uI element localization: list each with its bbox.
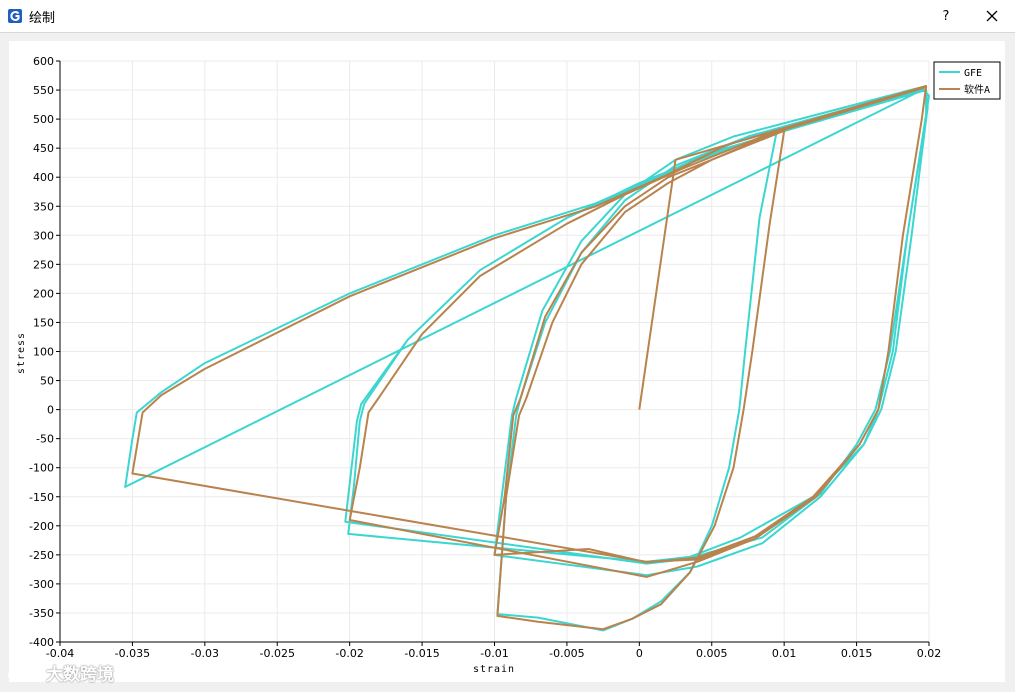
y-tick-label: -100 [29, 462, 54, 475]
close-button[interactable] [978, 4, 1006, 28]
y-tick-label: 200 [33, 287, 54, 300]
y-tick-label: -300 [29, 578, 54, 591]
y-tick-label: -350 [29, 607, 54, 620]
watermark-text: 大数跨境 [46, 665, 114, 685]
y-tick-label: 150 [33, 316, 54, 329]
x-tick-label: -0.035 [115, 647, 150, 660]
gfe-logo-icon [8, 9, 22, 23]
series-layer [124, 85, 930, 632]
paw-logo-icon [8, 664, 37, 681]
x-tick-label: 0.01 [772, 647, 797, 660]
y-tick-label: -250 [29, 549, 54, 562]
x-tick-label: -0.02 [335, 647, 363, 660]
y-tick-label: 400 [33, 171, 54, 184]
x-tick-label: 0.02 [917, 647, 942, 660]
y-tick-label: -400 [29, 636, 54, 649]
x-tick-label: 0.015 [841, 647, 873, 660]
watermark: 大数跨境 [6, 660, 114, 685]
x-tick-label: -0.025 [260, 647, 295, 660]
y-tick-label: 350 [33, 200, 54, 213]
y-tick-label: -200 [29, 520, 54, 533]
y-tick-label: 100 [33, 346, 54, 359]
y-tick-label: 50 [40, 375, 54, 388]
x-axis-label: strain [473, 664, 515, 675]
y-tick-label: 250 [33, 258, 54, 271]
stress-strain-chart: -0.04 -0.035 -0.03 -0.025 -0.02 -0.015 -0.01 -0… [16, 55, 1001, 675]
x-tick-label: -0.015 [404, 647, 439, 660]
y-tick-label: 0 [47, 404, 54, 417]
help-button[interactable]: ? [934, 4, 958, 28]
y-tick-label: -150 [29, 491, 54, 504]
x-tick-label: 0.005 [696, 647, 728, 660]
window-title: 绘制 [29, 10, 56, 26]
series-gfe-line [124, 86, 930, 632]
window-titlebar: 绘制 ? [0, 0, 1015, 33]
y-tick-label: 300 [33, 229, 54, 242]
y-tick-label: -50 [36, 433, 54, 446]
x-tick-label: -0.005 [549, 647, 584, 660]
axes: -0.04 -0.035 -0.03 -0.025 -0.02 -0.015 -0.01 -0… [29, 55, 941, 660]
legend-label-gfe: GFE [964, 68, 982, 79]
close-icon [986, 10, 998, 22]
x-tick-label: -0.01 [480, 647, 508, 660]
plot-panel: -0.04 -0.035 -0.03 -0.025 -0.02 -0.015 -0.01 -0… [9, 41, 1005, 682]
y-tick-label: 600 [33, 55, 54, 68]
x-tick-label: 0 [636, 647, 643, 660]
y-tick-label: 450 [33, 142, 54, 155]
legend: GFE 软件A [933, 61, 1001, 100]
x-tick-label: -0.03 [191, 647, 219, 660]
y-tick-label: 550 [33, 84, 54, 97]
y-tick-label: 500 [33, 113, 54, 126]
y-axis-label: stress [16, 332, 27, 374]
legend-label-software-a: 软件A [964, 83, 990, 96]
